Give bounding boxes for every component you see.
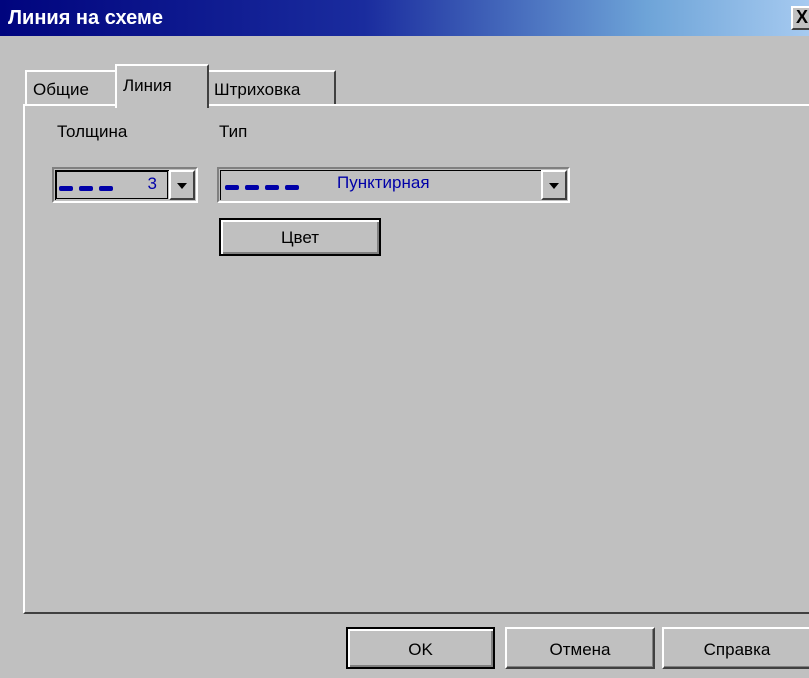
help-button-label: Справка (703, 640, 771, 659)
tab-hatching[interactable]: Штриховка (206, 70, 336, 106)
color-button[interactable]: Цвет (219, 218, 381, 256)
ok-button-label: OK (408, 640, 433, 659)
thickness-value: 3 (147, 174, 157, 193)
type-combobox[interactable]: Пунктирная (217, 167, 570, 203)
thickness-combobox[interactable]: 3 (52, 167, 198, 203)
dash-swatch (265, 185, 279, 190)
tab-general[interactable]: Общие (25, 70, 119, 106)
ok-button[interactable]: OK (346, 627, 495, 669)
close-icon: X (795, 7, 808, 27)
dash-swatch (225, 185, 239, 190)
type-value-box: Пунктирная (221, 171, 540, 199)
tab-label: Штриховка (214, 80, 301, 99)
thickness-dropdown-button[interactable] (169, 170, 195, 200)
window-title: Линия на схеме (8, 7, 163, 29)
tab-label: Общие (33, 80, 89, 99)
chevron-down-icon (177, 183, 187, 189)
thickness-value-box: 3 (56, 171, 168, 199)
help-button[interactable]: Справка (662, 627, 809, 669)
dash-swatch (99, 186, 113, 191)
color-button-label: Цвет (280, 228, 320, 247)
chevron-down-icon (549, 183, 559, 189)
close-button[interactable]: X (791, 6, 809, 30)
cancel-button-label: Отмена (549, 640, 611, 659)
type-dropdown-button[interactable] (541, 170, 567, 200)
dash-swatch (285, 185, 299, 190)
title-bar: Линия на схеме X (0, 0, 809, 36)
tab-label: Линия (123, 76, 172, 95)
type-label: Тип (219, 122, 248, 141)
dash-swatch (245, 185, 259, 190)
cancel-button[interactable]: Отмена (505, 627, 655, 669)
thickness-label: Толщина (57, 122, 128, 141)
type-value: Пунктирная (337, 173, 430, 192)
dash-swatch (79, 186, 93, 191)
dash-swatch (59, 186, 73, 191)
tab-line[interactable]: Линия (115, 64, 209, 108)
